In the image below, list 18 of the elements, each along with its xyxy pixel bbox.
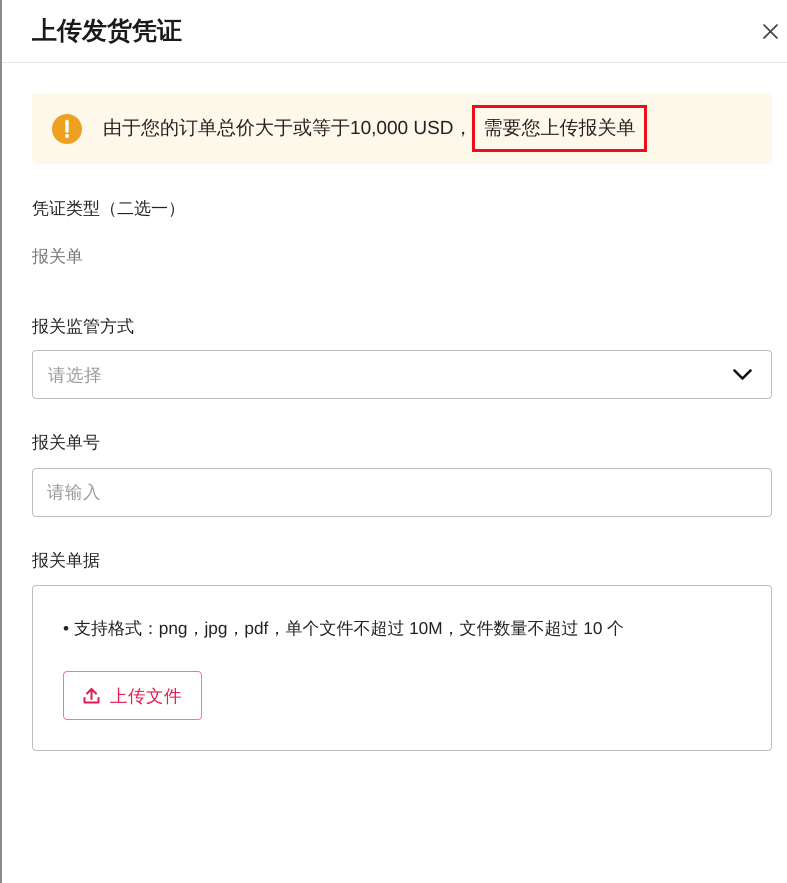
highlighted-text: 需要您上传报关单 [472,105,647,152]
exclamation-icon [52,114,82,144]
field-label: 凭证类型（二选一） [32,198,186,220]
drawer-title: 上传发货凭证 [32,16,182,47]
field-label: 报关单据 [32,550,101,572]
field-label: 报关单号 [32,432,101,454]
voucher-type-value: 报关单 [32,246,84,268]
select-field[interactable]: 请选择 [32,350,772,399]
upload-button[interactable]: 上传文件 [63,671,202,720]
alert-text: 由于您的订单总价大于或等于10,000 USD， [102,117,474,141]
field-label: 报关监管方式 [32,316,135,338]
upload-icon [83,687,100,704]
close-icon [762,24,778,38]
chevron-down-icon [733,369,752,380]
close-button[interactable] [762,23,778,39]
upload-hint: • 支持格式：png，jpg，pdf，单个文件不超过 10M，文件数量不超过 10 个 [63,617,624,640]
input-field[interactable]: 请输入 [32,468,772,517]
select-placeholder: 请选择 [48,364,102,386]
